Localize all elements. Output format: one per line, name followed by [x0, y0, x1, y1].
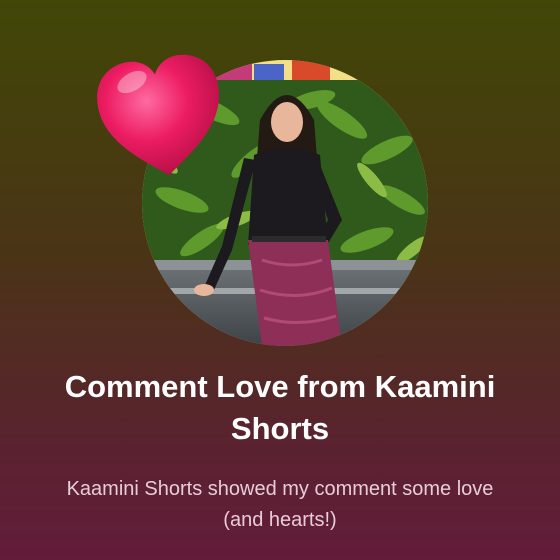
comment-love-card: Comment Love from Kaamini Shorts Kaamini…: [0, 0, 560, 560]
card-subtitle: Kaamini Shorts showed my comment some lo…: [66, 478, 494, 531]
card-title: Comment Love from Kaamini Shorts: [64, 369, 496, 446]
heart-icon: [97, 54, 219, 176]
